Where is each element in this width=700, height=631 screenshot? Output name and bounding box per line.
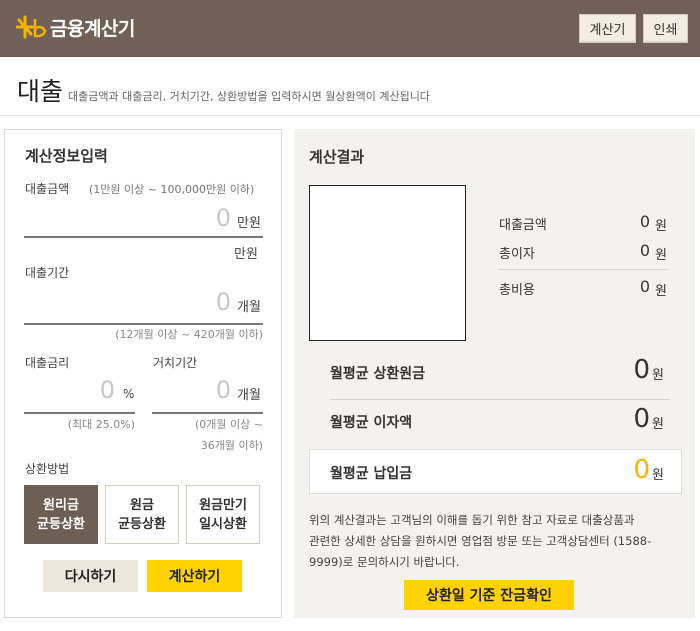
interest-rate-hint: (최대 25.0%) <box>67 418 135 431</box>
method-equal-principal-button[interactable]: 원금균등상환 <box>105 485 179 544</box>
interest-rate-label: 대출금리 <box>25 356 70 370</box>
notice-line-2: 관련한 상세한 상담을 원하시면 영업점 방문 또는 고객상담센터 (1588- <box>309 534 652 548</box>
input-panel-title: 계산정보입력 <box>25 147 108 165</box>
summary-loan-amount-unit: 원 <box>655 219 667 234</box>
loan-period-input[interactable]: 0 <box>125 288 231 316</box>
title-divider <box>0 115 700 116</box>
summary-total-cost-label: 총비용 <box>499 283 535 298</box>
interest-rate-unit: % <box>123 387 135 401</box>
grace-period-label: 거치기간 <box>153 356 198 370</box>
monthly-interest-unit: 원 <box>652 417 664 432</box>
balance-check-button[interactable]: 상환일 기준 잔금확인 <box>404 580 574 610</box>
page-description: 대출금액과 대출금리, 거치기간, 상환방법을 입력하시면 월상환액이 계산됩니… <box>68 90 430 103</box>
grace-period-input[interactable]: 0 <box>165 376 231 404</box>
summary-loan-amount-label: 대출금액 <box>499 218 547 233</box>
notice-line-3: 9999)로 문의하시기 바랍니다. <box>309 555 460 569</box>
monthly-payment-box: 월평균 납입금 0 원 <box>309 449 682 494</box>
loan-amount-label: 대출금액 <box>25 182 70 196</box>
summary-total-interest-value: 0 <box>639 241 650 260</box>
monthly-interest-value: 0 <box>633 404 650 434</box>
reset-button[interactable]: 다시하기 <box>43 560 138 592</box>
grace-period-hint-1: (0개월 이상 ~ <box>195 418 263 431</box>
top-header: 금융계산기 계산기 인쇄 <box>0 0 700 57</box>
loan-amount-range: (1만원 이상 ~ 100,000만원 이하) <box>89 183 255 196</box>
method-3-line2: 일시상환 <box>199 516 247 532</box>
input-panel: 계산정보입력 대출금액 (1만원 이상 ~ 100,000만원 이하) 0 만원… <box>4 129 282 618</box>
loan-amount-underline <box>24 236 263 238</box>
app-logo[interactable]: 금융계산기 <box>15 14 135 41</box>
monthly-principal-unit: 원 <box>652 368 664 383</box>
print-button[interactable]: 인쇄 <box>643 14 688 43</box>
monthly-interest-label: 월평균 이자액 <box>330 415 413 431</box>
summary-loan-amount-value: 0 <box>639 212 650 231</box>
monthly-principal-label: 월평균 상환원금 <box>330 366 426 382</box>
interest-rate-input[interactable]: 0 <box>45 376 115 404</box>
result-panel: 계산결과 대출금액 0 원 총이자 0 원 총비용 0 원 월평균 상환원금 0… <box>294 129 695 618</box>
result-chart-area <box>309 185 466 341</box>
monthly-payment-unit: 원 <box>652 468 664 483</box>
method-bullet-repayment-button[interactable]: 원금만기일시상환 <box>186 485 260 544</box>
calculator-button[interactable]: 계산기 <box>579 14 636 43</box>
summary-total-cost-unit: 원 <box>655 284 667 299</box>
calculate-button[interactable]: 계산하기 <box>147 560 242 592</box>
monthly-payment-value: 0 <box>633 455 650 485</box>
result-notice: 위의 계산결과는 고객님의 이해를 돕기 위한 참고 자료로 대출상품과 관련한… <box>309 510 684 573</box>
monthly-payment-label: 월평균 납입금 <box>330 466 413 482</box>
loan-amount-converted: 만원 <box>234 247 258 262</box>
repayment-method-label: 상환방법 <box>25 462 70 476</box>
method-2-line1: 원금 <box>130 497 154 513</box>
method-equal-principal-interest-button[interactable]: 원리금균등상환 <box>24 485 98 544</box>
result-panel-title: 계산결과 <box>309 148 365 166</box>
method-3-line1: 원금만기 <box>199 497 247 513</box>
page-title: 대출 <box>17 77 64 106</box>
summary-total-interest-label: 총이자 <box>499 247 535 262</box>
loan-period-label: 대출기간 <box>25 266 70 280</box>
loan-period-unit: 개월 <box>237 300 261 315</box>
loan-amount-input[interactable]: 0 <box>125 204 231 232</box>
notice-line-1: 위의 계산결과는 고객님의 이해를 돕기 위한 참고 자료로 대출상품과 <box>309 513 635 527</box>
loan-amount-unit: 만원 <box>237 216 261 231</box>
kb-star-logo-icon <box>15 15 48 41</box>
loan-period-hint: (12개월 이상 ~ 420개월 이하) <box>115 328 263 341</box>
grace-period-hint-2: 36개월 이하) <box>200 439 263 452</box>
grace-period-unit: 개월 <box>237 388 261 403</box>
summary-total-interest-unit: 원 <box>655 248 667 263</box>
method-1-line1: 원리금 <box>43 497 79 513</box>
method-1-line2: 균등상환 <box>37 516 85 532</box>
monthly-principal-value: 0 <box>633 355 650 385</box>
summary-total-cost-value: 0 <box>639 277 650 296</box>
summary-divider <box>498 269 668 270</box>
method-2-line2: 균등상환 <box>118 516 166 532</box>
app-title: 금융계산기 <box>50 18 135 40</box>
monthly-divider <box>330 399 670 400</box>
